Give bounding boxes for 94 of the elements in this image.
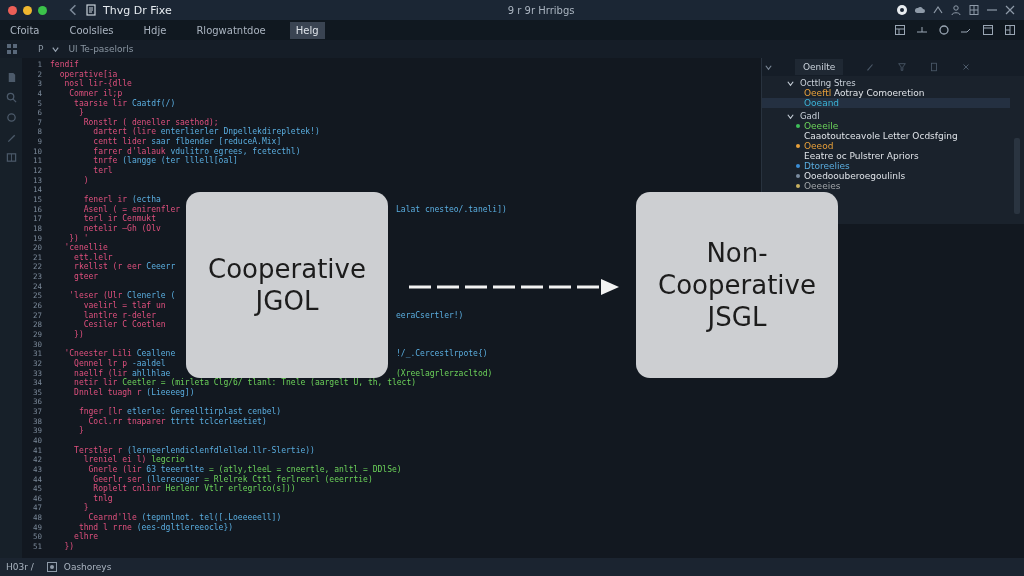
window-icon[interactable] bbox=[982, 24, 994, 36]
outline-item[interactable]: Ooeand bbox=[762, 98, 1010, 108]
code-line: lreniel ei l) legcrio bbox=[82, 455, 185, 465]
code-line: ett.lelr bbox=[73, 252, 113, 262]
code-line: fnger [lr etlerle: Gereelltirplast cenbel) bbox=[77, 407, 282, 417]
code-line: Qennel lr p -aaldel bbox=[73, 358, 166, 368]
code-line: operative[ia bbox=[58, 69, 118, 79]
book-icon[interactable] bbox=[5, 152, 17, 163]
code-line: (Xreelagrlerzacltod) bbox=[396, 368, 493, 379]
diagram-box: Non- Cooperative JSGL bbox=[636, 192, 838, 378]
code-line: Dnnlel tuagh r (Lieeeeg]) bbox=[73, 387, 195, 397]
code-line: 'cenellie bbox=[63, 243, 108, 253]
account-icon[interactable] bbox=[896, 4, 908, 16]
outline-item[interactable]: Oeeeies bbox=[762, 181, 1010, 191]
status-label: Oashoreys bbox=[63, 562, 112, 572]
search-icon[interactable] bbox=[5, 92, 17, 103]
extensions-icon[interactable] bbox=[6, 43, 18, 55]
code-line: vaelirl = tlaf un bbox=[82, 301, 166, 310]
code-line: centt lider saar flbender [reduceA.Mix] bbox=[92, 137, 282, 147]
split-view-icon[interactable] bbox=[968, 4, 980, 16]
code-line: Cocl.rr tnaparer ttrtt tclcerleetiet) bbox=[87, 416, 267, 426]
outline-item[interactable]: Oeeeile bbox=[762, 121, 1010, 131]
code-line: terl bbox=[92, 166, 113, 176]
outline-item[interactable]: Dtoreelies bbox=[762, 161, 1010, 171]
code-line: dartert (lire enterlierler Dnpellekdirepletek!) bbox=[92, 127, 320, 137]
breadcrumb[interactable]: Ul Te-paselorls bbox=[68, 44, 134, 54]
code-line: Roplelt cnlinr Herlenr Vtlr erlegrlco(s])) bbox=[92, 484, 296, 494]
layout-icon[interactable] bbox=[1004, 24, 1016, 36]
code-line: netelir —Gh (Olv bbox=[82, 223, 161, 233]
code-line: naellf (lir ahllhlae bbox=[73, 368, 171, 378]
code-line: } bbox=[82, 503, 89, 513]
file-icon bbox=[85, 4, 97, 16]
code-line: nosl lir-{dlle bbox=[64, 79, 132, 89]
outline-item[interactable]: Oeeod bbox=[762, 141, 1010, 151]
outline-item[interactable]: Eeatre oc Pulstrer Apriors bbox=[762, 151, 1010, 161]
code-line: }) ' bbox=[68, 233, 89, 243]
zoom-window-button[interactable] bbox=[38, 5, 47, 15]
code-line: 'Cneester Lili Ceallene bbox=[63, 349, 176, 359]
outline-item[interactable]: Ooedoouberoegoulinls bbox=[762, 171, 1010, 181]
code-line: elhre bbox=[73, 532, 99, 542]
menu-item[interactable]: Coolslies bbox=[63, 21, 120, 39]
code-line: }) bbox=[63, 542, 75, 552]
code-line: Terstler r (lerneerlendiclenfdlelled.llr-Slertie)) bbox=[73, 445, 315, 455]
cursor-position: H03r / bbox=[6, 562, 34, 572]
menu-item[interactable]: Cfoita bbox=[4, 21, 46, 39]
code-line: thnd l rrne (ees-dgltlereeocle}) bbox=[77, 522, 234, 532]
code-line: tnlg bbox=[92, 493, 113, 503]
code-line: } bbox=[77, 108, 84, 118]
code-line: } bbox=[77, 426, 84, 436]
code-line: lantlre r-deler bbox=[82, 310, 156, 320]
menu-item[interactable]: Rlogwatntdoe bbox=[190, 21, 272, 39]
outline-group-label[interactable]: Gadl bbox=[800, 111, 820, 121]
code-line: tnrfe (langge (ter lllell[oal] bbox=[92, 156, 238, 166]
panel-icon[interactable] bbox=[894, 24, 906, 36]
code-line: eeraCsertler!) bbox=[396, 310, 464, 321]
outline-group-label[interactable]: Octtlng Stres bbox=[800, 78, 856, 88]
code-line: Asenl ( = enirenfler bbox=[82, 204, 181, 214]
code-line: 'leser (Ulr Clenerle ( bbox=[68, 291, 176, 301]
code-line: gteer bbox=[73, 272, 99, 282]
code-line: !/_.Cercestlrpote{) bbox=[396, 349, 488, 359]
window-subtitle: 9 r 9r Hrribgs bbox=[507, 4, 575, 16]
code-line: Cesiler C Coetlen bbox=[82, 320, 166, 330]
image-icon bbox=[45, 561, 58, 573]
menu-item[interactable]: Helg bbox=[289, 21, 325, 39]
menu-item[interactable]: Hdje bbox=[137, 21, 173, 39]
close-window-button[interactable] bbox=[8, 5, 17, 15]
code-line: fendif bbox=[50, 60, 79, 69]
code-line: ) bbox=[82, 175, 89, 185]
code-line: terl ir Cenmukt bbox=[82, 214, 156, 224]
code-line: }) bbox=[73, 329, 84, 339]
code-line: farrer d'lalauk vdulitro egrees, fcetecthl) bbox=[92, 146, 301, 156]
code-line: Gnerle (lir 63 teeertlte = (atly,tleeL = cneertle, anltl = DDlSe) bbox=[87, 464, 402, 474]
back-icon[interactable] bbox=[67, 4, 79, 16]
code-line: Lalat cnesteo/.taneli]) bbox=[396, 204, 507, 215]
code-line: fenerl ir (ectha bbox=[82, 194, 161, 204]
cloud-icon[interactable] bbox=[914, 4, 926, 16]
code-line: Ronstlr ( deneller saethod); bbox=[82, 117, 219, 127]
marker-label: P bbox=[38, 44, 44, 54]
code-line: taarsie lir Caatdf(/) bbox=[73, 98, 176, 108]
person-icon[interactable] bbox=[950, 4, 962, 16]
caret-up-icon[interactable] bbox=[932, 4, 944, 16]
outline-tab[interactable]: Oenilte bbox=[795, 59, 844, 75]
window-title: Thvg Dr Fixe bbox=[103, 3, 172, 17]
code-line: Cearnd'lle (tepnnlnot. tel([.Loeeeeell]) bbox=[87, 513, 282, 523]
close-icon[interactable] bbox=[961, 62, 972, 72]
outline-item[interactable]: Oeeftl Aotray Comoeretion bbox=[762, 88, 1010, 98]
code-line: Comner il;p bbox=[68, 88, 123, 98]
minimize-window-button[interactable] bbox=[23, 5, 32, 15]
code-line: rkellst (r eer Ceeerr bbox=[73, 262, 176, 272]
outline-item[interactable]: Caaotoutceavole Letter Ocdsfging bbox=[762, 131, 1010, 141]
code-line: Geerlr ser (llerecuger = Rlelrek Cttl ferlreerl (eeerrtie) bbox=[92, 474, 373, 484]
close-icon[interactable] bbox=[1004, 4, 1016, 16]
diagram-box: Cooperative JGOL bbox=[186, 192, 388, 378]
code-line: netir lir Ceetler = (mirleta Clg/6/ tlanl: Tnele (aargelt U, th, tlect) bbox=[73, 378, 417, 388]
